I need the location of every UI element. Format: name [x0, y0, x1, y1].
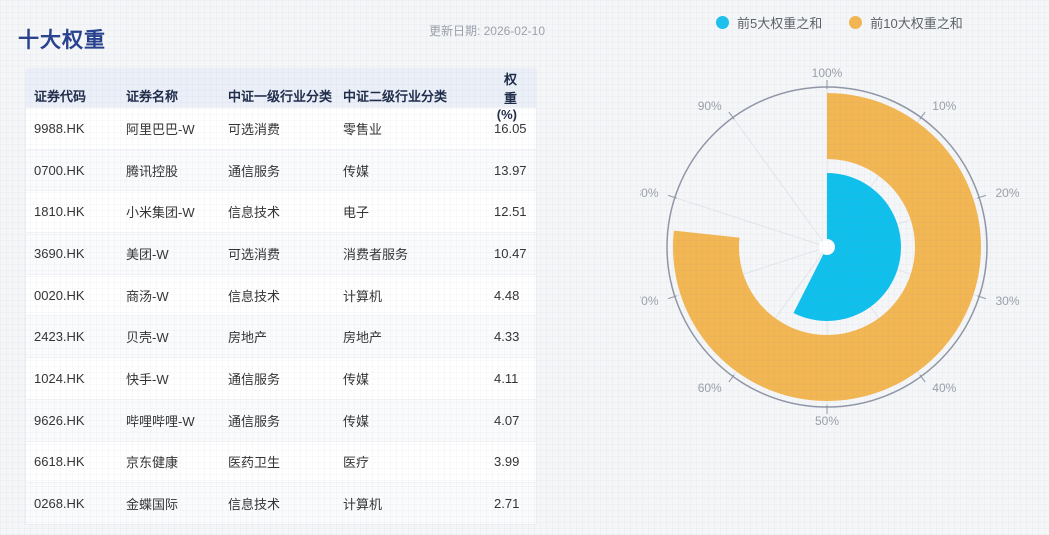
cell-weight: 10.47: [494, 246, 527, 261]
axis-tick-label: 10%: [932, 99, 956, 113]
page-title: 十大权重: [18, 24, 106, 54]
table-header-row: 证券代码 证券名称 中证一级行业分类 中证二级行业分类 权重(%): [26, 69, 536, 107]
cell-industry-l2: 传媒: [343, 411, 494, 430]
series-top5-sector[interactable]: [793, 173, 901, 321]
update-date: 更新日期: 2026-02-10: [420, 22, 545, 39]
cell-name: 腾讯控股: [126, 161, 228, 180]
polar-spoke: [733, 118, 827, 247]
cell-industry-l1: 可选消费: [228, 119, 343, 138]
cell-industry-l2: 医疗: [343, 452, 494, 471]
legend-label-top10: 前10大权重之和: [870, 13, 962, 32]
cell-code: 9626.HK: [34, 413, 126, 428]
cell-industry-l1: 信息技术: [228, 202, 343, 221]
cell-industry-l2: 房地产: [343, 327, 494, 346]
cell-weight: 2.71: [494, 496, 519, 511]
axis-tick-label: 20%: [995, 186, 1019, 200]
table-row: 1810.HK小米集团-W信息技术电子12.51: [26, 190, 536, 232]
legend-dot-icon: [849, 16, 862, 29]
cell-weight: 4.07: [494, 413, 519, 428]
cell-industry-l1: 信息技术: [228, 286, 343, 305]
cell-weight: 4.48: [494, 288, 519, 303]
cell-industry-l2: 零售业: [343, 119, 494, 138]
cell-code: 2423.HK: [34, 329, 126, 344]
table-row: 9626.HK哔哩哔哩-W通信服务传媒4.07: [26, 399, 536, 441]
cell-weight: 13.97: [494, 163, 527, 178]
cell-code: 9988.HK: [34, 121, 126, 136]
cell-industry-l2: 传媒: [343, 369, 494, 388]
cell-industry-l1: 通信服务: [228, 411, 343, 430]
axis-tick-label: 60%: [698, 381, 722, 395]
legend-label-top5: 前5大权重之和: [737, 13, 822, 32]
cell-name: 贝壳-W: [126, 327, 228, 346]
table-row: 1024.HK快手-W通信服务传媒4.11: [26, 357, 536, 399]
axis-tick-label: 80%: [640, 186, 659, 200]
cell-industry-l2: 电子: [343, 202, 494, 221]
cell-industry-l1: 通信服务: [228, 369, 343, 388]
cell-weight: 4.11: [494, 371, 518, 386]
cell-code: 0268.HK: [34, 496, 126, 511]
axis-tick-label: 90%: [698, 99, 722, 113]
cell-industry-l2: 计算机: [343, 286, 494, 305]
cell-weight: 16.05: [494, 121, 527, 136]
col-header-code: 证券代码: [34, 86, 126, 105]
table-row: 0700.HK腾讯控股通信服务传媒13.97: [26, 149, 536, 191]
table-row: 0268.HK金蝶国际信息技术计算机2.71: [26, 482, 536, 524]
cell-code: 0020.HK: [34, 288, 126, 303]
table-row: 3690.HK美团-W可选消费消费者服务10.47: [26, 232, 536, 274]
col-header-industry-l1: 中证一级行业分类: [228, 86, 343, 105]
cell-name: 金蝶国际: [126, 494, 228, 513]
col-header-name: 证券名称: [126, 86, 228, 105]
center-dot: [819, 239, 835, 255]
table-row: 0020.HK商汤-W信息技术计算机4.48: [26, 274, 536, 316]
weights-polar-chart: 100% 10% 20% 30% 40% 50% 60% 70% 80% 90%: [640, 60, 1040, 460]
legend-item-top10[interactable]: 前10大权重之和: [849, 13, 962, 32]
cell-weight: 4.33: [494, 329, 519, 344]
cell-industry-l1: 医药卫生: [228, 452, 343, 471]
cell-name: 美团-W: [126, 244, 228, 263]
cell-name: 快手-W: [126, 369, 228, 388]
cell-code: 1024.HK: [34, 371, 126, 386]
table-row: 6618.HK京东健康医药卫生医疗3.99: [26, 441, 536, 483]
cell-code: 3690.HK: [34, 246, 126, 261]
cell-industry-l1: 通信服务: [228, 161, 343, 180]
cell-weight: 12.51: [494, 204, 527, 219]
cell-industry-l1: 可选消费: [228, 244, 343, 263]
cell-code: 6618.HK: [34, 454, 126, 469]
cell-code: 0700.HK: [34, 163, 126, 178]
axis-tick-label: 30%: [995, 294, 1019, 308]
cell-industry-l1: 房地产: [228, 327, 343, 346]
cell-industry-l2: 消费者服务: [343, 244, 494, 263]
col-header-weight: 权重(%): [494, 69, 517, 122]
cell-weight: 3.99: [494, 454, 519, 469]
col-header-industry-l2: 中证二级行业分类: [343, 86, 494, 105]
cell-name: 京东健康: [126, 452, 228, 471]
legend-dot-icon: [716, 16, 729, 29]
weights-table: 证券代码 证券名称 中证一级行业分类 中证二级行业分类 权重(%) 9988.H…: [25, 68, 537, 525]
axis-tick-label: 40%: [932, 381, 956, 395]
cell-code: 1810.HK: [34, 204, 126, 219]
cell-name: 商汤-W: [126, 286, 228, 305]
table-body: 9988.HK阿里巴巴-W可选消费零售业16.050700.HK腾讯控股通信服务…: [26, 107, 536, 524]
cell-name: 哔哩哔哩-W: [126, 411, 228, 430]
axis-tick-label: 100%: [812, 66, 843, 80]
legend-item-top5[interactable]: 前5大权重之和: [716, 13, 822, 32]
cell-industry-l2: 计算机: [343, 494, 494, 513]
table-row: 2423.HK贝壳-W房地产房地产4.33: [26, 315, 536, 357]
cell-name: 小米集团-W: [126, 202, 228, 221]
cell-industry-l2: 传媒: [343, 161, 494, 180]
cell-name: 阿里巴巴-W: [126, 119, 228, 138]
cell-industry-l1: 信息技术: [228, 494, 343, 513]
table-row: 9988.HK阿里巴巴-W可选消费零售业16.05: [26, 107, 536, 149]
axis-tick-label: 50%: [815, 414, 839, 428]
chart-legend: 前5大权重之和 前10大权重之和: [716, 13, 963, 32]
axis-tick-label: 70%: [640, 294, 659, 308]
